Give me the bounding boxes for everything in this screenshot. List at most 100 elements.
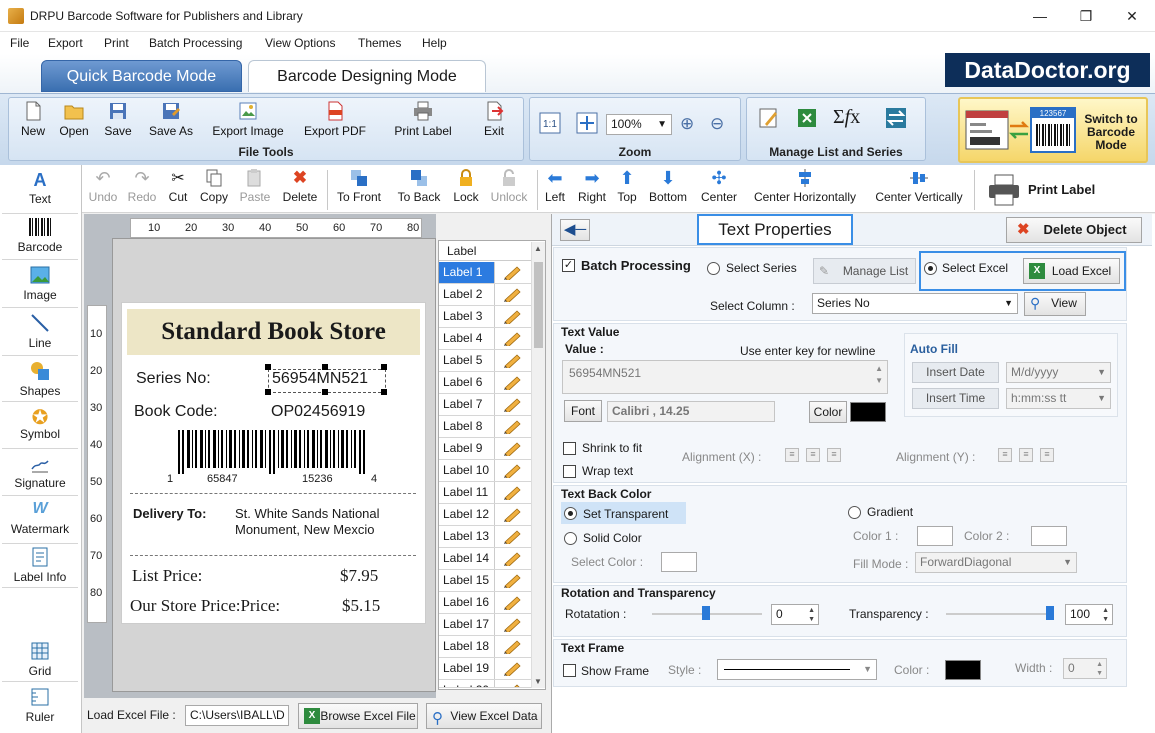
transparency-input[interactable]: 100 ▲ ▼	[1065, 604, 1113, 625]
zoom-in-icon[interactable]: ⊕	[680, 114, 694, 134]
menu-file[interactable]: File	[10, 36, 29, 50]
swap-icon[interactable]	[884, 106, 908, 130]
tab-quick-barcode-mode[interactable]: Quick Barcode Mode	[41, 60, 242, 92]
date-format-select[interactable]: M/d/yyyy ▼	[1006, 362, 1111, 383]
unlock-button[interactable]: Unlock	[489, 168, 529, 204]
pencil-icon[interactable]	[499, 265, 523, 280]
new-button[interactable]: New	[18, 100, 48, 138]
store-price-caption[interactable]: Our Store Price:Price:	[130, 596, 280, 616]
align-y-middle-icon[interactable]: ≡	[1019, 448, 1033, 462]
label-list-item[interactable]: Label 8	[439, 416, 531, 438]
label-list-item[interactable]: Label 20	[439, 680, 531, 688]
spinner-icon[interactable]: ▲ ▼	[1102, 606, 1109, 624]
pencil-icon[interactable]	[499, 397, 523, 412]
pencil-icon[interactable]	[499, 485, 523, 500]
export-image-button[interactable]: Export Image	[208, 100, 288, 138]
redo-button[interactable]: ↷ Redo	[127, 168, 157, 204]
menu-help[interactable]: Help	[422, 36, 447, 50]
undo-button[interactable]: ↶ Undo	[88, 168, 118, 204]
insert-date-button[interactable]: Insert Date	[912, 362, 999, 383]
pencil-icon[interactable]	[499, 529, 523, 544]
edit-list-icon[interactable]	[757, 106, 781, 130]
store-name-text[interactable]: Standard Book Store	[127, 309, 420, 355]
text-tool[interactable]: A Text	[2, 170, 78, 214]
image-tool[interactable]: Image	[2, 264, 78, 308]
label-list-item[interactable]: Label 19	[439, 658, 531, 680]
label-list-item[interactable]: Label 4	[439, 328, 531, 350]
pencil-icon[interactable]	[499, 353, 523, 368]
resize-handle[interactable]	[322, 364, 328, 370]
pencil-icon[interactable]	[499, 419, 523, 434]
menu-export[interactable]: Export	[48, 36, 83, 50]
label-list-item[interactable]: Label 10	[439, 460, 531, 482]
label-list-item[interactable]: Label 1	[439, 262, 531, 284]
transparency-slider-track[interactable]	[946, 613, 1054, 615]
spinner-icon[interactable]: ▲ ▼	[1096, 660, 1103, 678]
align-left-button[interactable]: ⬅ Left	[542, 168, 568, 204]
print-label-button[interactable]: Print Label	[392, 100, 454, 138]
scroll-up-icon[interactable]: ▲	[534, 244, 542, 253]
pencil-icon[interactable]	[499, 617, 523, 632]
align-x-right-icon[interactable]: ≡	[827, 448, 841, 462]
scrollbar-thumb[interactable]	[534, 262, 543, 348]
label-list-item[interactable]: Label 11	[439, 482, 531, 504]
delete-button[interactable]: ✖ Delete	[280, 168, 320, 204]
label-list-item[interactable]: Label 16	[439, 592, 531, 614]
menu-view-options[interactable]: View Options	[265, 36, 335, 50]
font-button[interactable]: Font	[564, 400, 602, 422]
book-code-value[interactable]: OP02456919	[271, 403, 365, 421]
gradient-radio[interactable]	[848, 506, 861, 519]
open-button[interactable]: Open	[58, 100, 90, 138]
to-front-button[interactable]: To Front	[334, 168, 384, 204]
minimize-icon[interactable]: —	[1017, 0, 1063, 32]
select-excel-radio[interactable]	[924, 262, 937, 275]
set-transparent-radio[interactable]	[564, 507, 577, 520]
pencil-icon[interactable]	[499, 507, 523, 522]
label-list-item[interactable]: Label 2	[439, 284, 531, 306]
resize-handle[interactable]	[322, 389, 328, 395]
exit-button[interactable]: Exit	[480, 100, 508, 138]
frame-style-select[interactable]: ▼	[717, 659, 877, 680]
export-pdf-button[interactable]: Export PDF	[302, 100, 368, 138]
series-no-caption[interactable]: Series No:	[136, 370, 211, 388]
align-x-left-icon[interactable]: ≡	[785, 448, 799, 462]
fill-mode-select[interactable]: ForwardDiagonal ▼	[915, 552, 1077, 573]
color-button[interactable]: Color	[809, 401, 847, 423]
lock-button[interactable]: Lock	[452, 168, 480, 204]
list-price-caption[interactable]: List Price:	[132, 566, 202, 586]
resize-handle[interactable]	[265, 389, 271, 395]
shapes-tool[interactable]: Shapes	[2, 360, 78, 402]
maximize-icon[interactable]: ❐	[1063, 0, 1109, 32]
menu-themes[interactable]: Themes	[358, 36, 401, 50]
manage-list-button[interactable]: ✎ Manage List	[813, 258, 916, 284]
save-button[interactable]: Save	[102, 100, 134, 138]
pencil-icon[interactable]	[499, 683, 523, 688]
print-label-toolbar-button[interactable]: Print Label	[984, 170, 1104, 210]
pencil-icon[interactable]	[499, 551, 523, 566]
solid-color-radio[interactable]	[564, 532, 577, 545]
zoom-select[interactable]: 100% ▼	[606, 114, 672, 135]
grid-tool[interactable]: Grid	[2, 640, 78, 682]
tab-barcode-designing-mode[interactable]: Barcode Designing Mode	[248, 60, 486, 92]
frame-width-input[interactable]: 0 ▲ ▼	[1063, 658, 1107, 679]
delivery-line1[interactable]: St. White Sands National	[235, 506, 380, 521]
color1-swatch[interactable]	[917, 526, 953, 546]
text-color-swatch[interactable]	[850, 402, 886, 422]
pencil-icon[interactable]	[499, 639, 523, 654]
resize-handle[interactable]	[381, 389, 387, 395]
align-x-center-icon[interactable]: ≡	[806, 448, 820, 462]
delivery-line2[interactable]: Monument, New Mexcio	[235, 522, 374, 537]
menu-batch-processing[interactable]: Batch Processing	[149, 36, 242, 50]
label-list-item[interactable]: Label 13	[439, 526, 531, 548]
align-y-bottom-icon[interactable]: ≡	[1040, 448, 1054, 462]
barcode-image[interactable]	[170, 430, 380, 474]
text-value-input[interactable]: 56954MN521 ▲ ▼	[562, 360, 888, 394]
wrap-text-checkbox[interactable]	[563, 465, 576, 478]
pencil-icon[interactable]	[499, 463, 523, 478]
to-back-button[interactable]: To Back	[394, 168, 444, 204]
align-bottom-button[interactable]: ⬇ Bottom	[646, 168, 690, 204]
label-list-item[interactable]: Label 6	[439, 372, 531, 394]
show-frame-checkbox[interactable]	[563, 664, 576, 677]
transparency-slider-thumb[interactable]	[1046, 606, 1054, 620]
view-column-button[interactable]: ⚲ View	[1024, 292, 1086, 316]
